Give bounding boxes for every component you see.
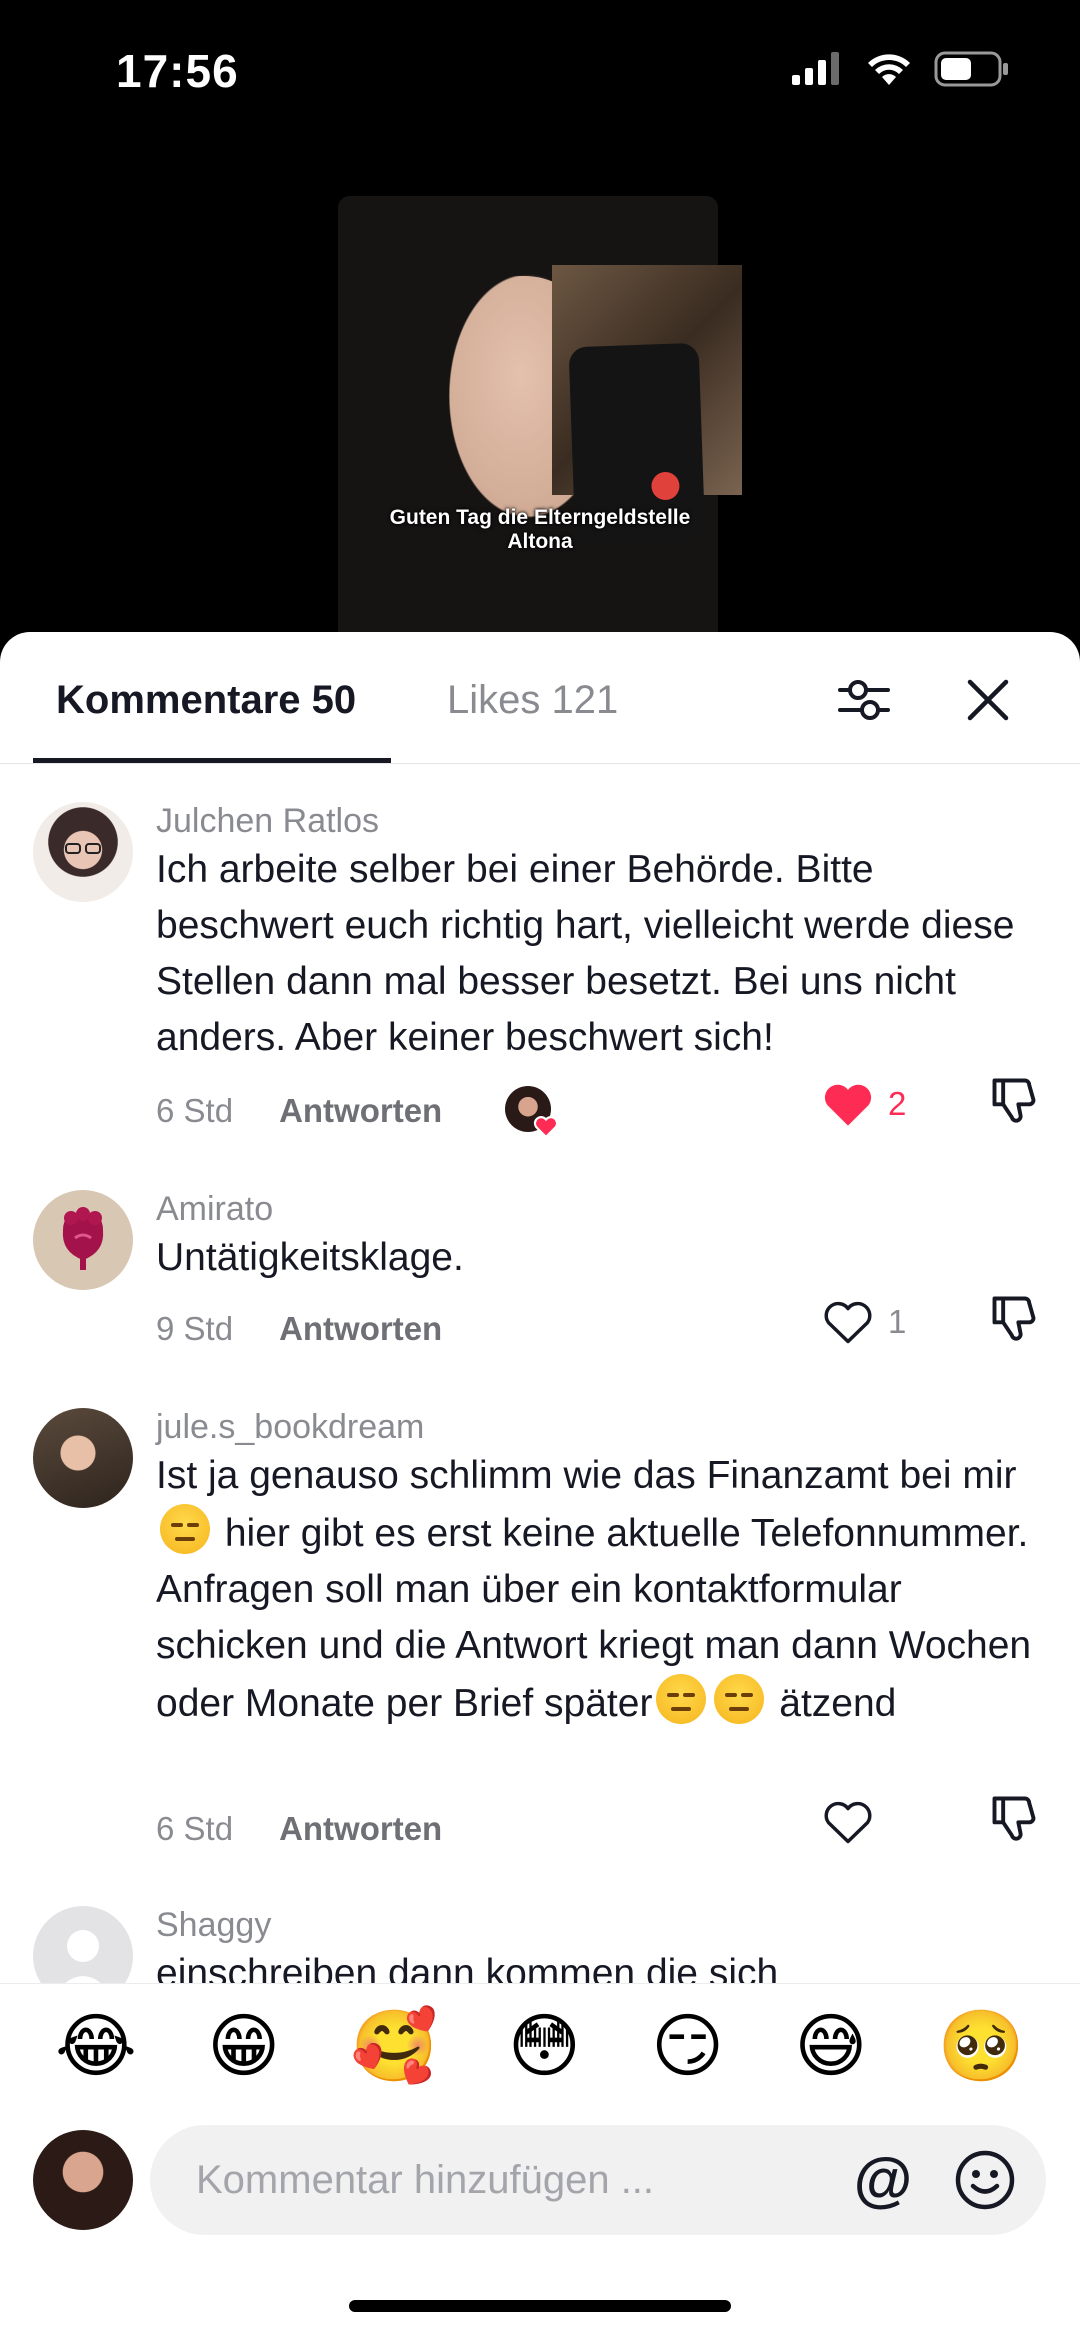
comment-username[interactable]: jule.s_bookdream: [156, 1408, 424, 1447]
signal-icon: [792, 52, 839, 85]
wifi-icon: [868, 54, 910, 85]
reply-button[interactable]: Antworten: [279, 1092, 442, 1130]
comment-username[interactable]: Amirato: [156, 1190, 273, 1229]
home-indicator: [349, 2300, 731, 2312]
comment-text: Untätigkeitsklage.: [156, 1236, 464, 1279]
expressionless-emoji: [160, 1504, 210, 1554]
active-tab-indicator: [33, 758, 391, 763]
quick-emoji-laughing[interactable]: 😂: [55, 2006, 137, 2086]
comment-meta: 9 Std Antworten: [156, 1310, 442, 1348]
comment-time: 9 Std: [156, 1310, 234, 1347]
comment-time: 6 Std: [156, 1810, 234, 1847]
expressionless-emoji: [656, 1674, 707, 1724]
video-caption: Guten Tag die Elterngeldstelle Altona: [340, 506, 740, 554]
tab-comments[interactable]: Kommentare 50: [56, 678, 356, 723]
avatar[interactable]: [33, 1190, 133, 1290]
quick-emoji-pleading[interactable]: 🥺: [938, 2006, 1025, 2086]
caption-line-1: Guten Tag die Elterngeldstelle: [389, 506, 691, 529]
avatar[interactable]: [33, 1408, 133, 1508]
comment-text-part: ätzend: [768, 1682, 897, 1725]
quick-emoji-grin[interactable]: 😁: [207, 2006, 280, 2086]
quick-emoji-flushed[interactable]: 😳: [508, 2006, 581, 2086]
comment-meta: 6 Std Antworten: [156, 1810, 442, 1848]
status-bar: 17:56: [0, 0, 1080, 140]
like-count: 1: [888, 1303, 907, 1340]
caption-line-2: Altona: [507, 530, 573, 553]
emoji-picker-icon[interactable]: [954, 2149, 1016, 2211]
comment-input-box[interactable]: @: [150, 2125, 1046, 2235]
my-avatar[interactable]: [33, 2130, 133, 2230]
status-icons: [790, 50, 1010, 88]
avatar[interactable]: [33, 802, 133, 902]
heart-icon: [533, 1116, 559, 1138]
reply-button[interactable]: Antworten: [279, 1310, 442, 1348]
like-button[interactable]: 2: [822, 1080, 906, 1128]
tab-likes[interactable]: Likes 121: [447, 678, 618, 723]
comment-text-part: hier gibt es erst keine aktuelle Telefon…: [156, 1512, 1032, 1725]
comment-time: 6 Std: [156, 1092, 234, 1129]
comment-username[interactable]: Julchen Ratlos: [156, 802, 379, 841]
comment-input[interactable]: [196, 2155, 836, 2205]
video-phone-image: [552, 265, 742, 548]
battery-icon: [934, 51, 1008, 87]
like-button[interactable]: [822, 1798, 874, 1846]
creator-liked-badge: [505, 1086, 559, 1138]
heart-outline-icon: [824, 1301, 872, 1344]
default-avatar[interactable]: [33, 1906, 133, 1983]
comment-text-part: Ist ja genauso schlimm wie das Finanzamt…: [156, 1454, 1017, 1497]
filter-icon[interactable]: [836, 672, 892, 728]
quick-emoji-smirk[interactable]: 😏: [651, 2006, 724, 2086]
expressionless-emoji: [714, 1674, 765, 1724]
quick-emoji-bar: 😂 😁 🥰 😳 😏 😅 🥺: [0, 1983, 1080, 2107]
heart-filled-icon: [824, 1084, 872, 1126]
sheet-tabs: Kommentare 50 Likes 121: [0, 632, 1080, 764]
quick-emoji-sweat-smile[interactable]: 😅: [794, 2006, 867, 2086]
dislike-icon[interactable]: [988, 1074, 1040, 1126]
reply-button[interactable]: Antworten: [279, 1810, 442, 1848]
comment-input-row: @: [0, 2110, 1080, 2260]
close-icon[interactable]: [960, 672, 1016, 728]
like-count: 2: [888, 1085, 907, 1122]
mention-button[interactable]: @: [850, 2147, 916, 2213]
comment-item: Shaggy einschreiben dann kommen die sich: [0, 1906, 1080, 1983]
heart-outline-icon: [824, 1801, 872, 1844]
quick-emoji-hearts[interactable]: 🥰: [350, 2006, 437, 2086]
status-time: 17:56: [116, 45, 239, 97]
comment-text: einschreiben dann kommen die sich: [156, 1952, 779, 1983]
dislike-icon[interactable]: [988, 1792, 1040, 1844]
like-button[interactable]: 1: [822, 1298, 906, 1346]
comment-text: Ich arbeite selber bei einer Behörde. Bi…: [156, 848, 1015, 1059]
dislike-icon[interactable]: [988, 1292, 1040, 1344]
comment-username[interactable]: Shaggy: [156, 1906, 271, 1945]
comment-meta: 6 Std Antworten: [156, 1092, 442, 1130]
comment-text: Ist ja genauso schlimm wie das Finanzamt…: [156, 1448, 1056, 1732]
